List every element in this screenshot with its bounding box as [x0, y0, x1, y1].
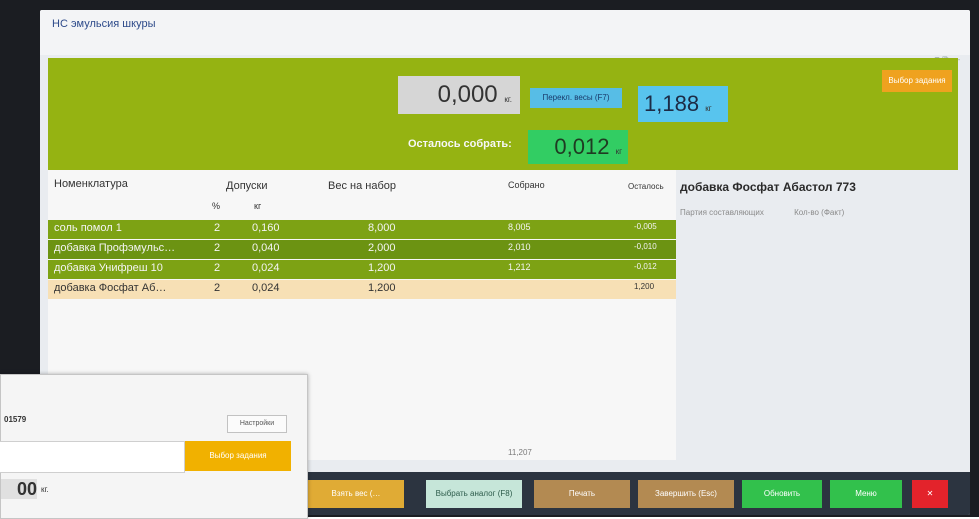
- row-name: соль помол 1: [54, 222, 122, 234]
- remain-display: 0,012 кг: [528, 130, 628, 164]
- current-weight-display: 0,000 кг.: [398, 76, 520, 114]
- side-panel-subheader: Партия составляющих Кол-во (Факт): [680, 208, 844, 217]
- table-total: 11,207: [508, 448, 532, 457]
- col-kg: кг: [254, 201, 262, 211]
- row-collected: 1,212: [508, 262, 531, 272]
- remain-value: 0,012: [554, 134, 610, 159]
- row-kg: 0,040: [252, 242, 280, 254]
- settings-button[interactable]: Настройки: [227, 415, 287, 433]
- popup-code: 01579: [4, 415, 27, 424]
- row-remain: -0,010: [634, 242, 657, 251]
- side-panel-title: добавка Фосфат Абастол 773: [680, 180, 856, 194]
- row-percent: 2: [214, 222, 221, 234]
- weighing-header: Выбор задания 0,000 кг. Перекл. весы (F7…: [48, 58, 958, 170]
- remain-label: Осталось собрать:: [408, 138, 512, 150]
- popup-input[interactable]: [0, 441, 185, 473]
- app-title: НС эмульсия шкуры: [52, 18, 156, 30]
- row-name: добавка Профэмульс…: [54, 242, 176, 254]
- table-row[interactable]: добавка Фосфат Аб… 2 0,024 1,200 1,200: [48, 280, 676, 299]
- col-name: Номенклатура: [54, 178, 128, 190]
- row-percent: 2: [214, 262, 221, 274]
- current-weight-unit: кг.: [504, 95, 512, 104]
- finish-button[interactable]: Завершить (Esc): [638, 480, 734, 508]
- col-percent: %: [212, 201, 221, 211]
- choose-analog-button[interactable]: Выбрать аналог (F8): [426, 480, 522, 508]
- current-weight-value: 0,000: [437, 81, 498, 108]
- row-name: добавка Унифреш 10: [54, 262, 163, 274]
- row-remain: 1,200: [634, 282, 655, 291]
- remain-unit: кг: [615, 147, 622, 156]
- col-target: Вес на набор: [328, 180, 396, 192]
- choose-task-button[interactable]: Выбор задания: [882, 70, 952, 92]
- side-col-batch: Партия составляющих: [680, 208, 764, 217]
- col-collected: Собрано: [508, 180, 545, 190]
- popup-choose-task-button[interactable]: Выбор задания: [185, 441, 291, 471]
- refresh-button[interactable]: Обновить: [742, 480, 822, 508]
- row-kg: 0,024: [252, 262, 280, 274]
- col-remain: Осталось: [628, 182, 664, 191]
- target-weight-unit: кг: [705, 104, 712, 113]
- take-weight-button[interactable]: Взять вес (…: [308, 480, 404, 508]
- row-kg: 0,024: [252, 282, 280, 294]
- row-target: 2,000: [368, 242, 396, 254]
- popup-weight-unit: кг.: [41, 485, 49, 494]
- print-button[interactable]: Печать: [534, 480, 630, 508]
- close-button[interactable]: ✕: [912, 480, 948, 508]
- popup-weight-value: 00: [1, 479, 37, 499]
- col-tolerances: Допуски: [226, 180, 268, 192]
- popup-window: 01579 Настройки Выбор задания 00 кг.: [0, 374, 308, 519]
- table-row[interactable]: добавка Профэмульс… 2 0,040 2,000 2,010 …: [48, 240, 676, 259]
- target-weight-value: 1,188: [644, 91, 700, 116]
- row-collected: 2,010: [508, 242, 531, 252]
- side-col-qty: Кол-во (Факт): [794, 208, 845, 217]
- switch-scale-button[interactable]: Перекл. весы (F7): [530, 88, 622, 108]
- table-row[interactable]: соль помол 1 2 0,160 8,000 8,005 -0,005: [48, 220, 676, 239]
- row-name: добавка Фосфат Аб…: [54, 282, 167, 294]
- row-remain: -0,005: [634, 222, 657, 231]
- table-row[interactable]: добавка Унифреш 10 2 0,024 1,200 1,212 -…: [48, 260, 676, 279]
- row-target: 8,000: [368, 222, 396, 234]
- row-kg: 0,160: [252, 222, 280, 234]
- menu-button[interactable]: Меню: [830, 480, 902, 508]
- title-bar: НС эмульсия шкуры: [40, 10, 970, 55]
- row-percent: 2: [214, 242, 221, 254]
- target-weight-display: 1,188 кг: [638, 86, 728, 122]
- row-target: 1,200: [368, 262, 396, 274]
- row-remain: -0,012: [634, 262, 657, 271]
- row-target: 1,200: [368, 282, 396, 294]
- row-percent: 2: [214, 282, 221, 294]
- row-collected: 8,005: [508, 222, 531, 232]
